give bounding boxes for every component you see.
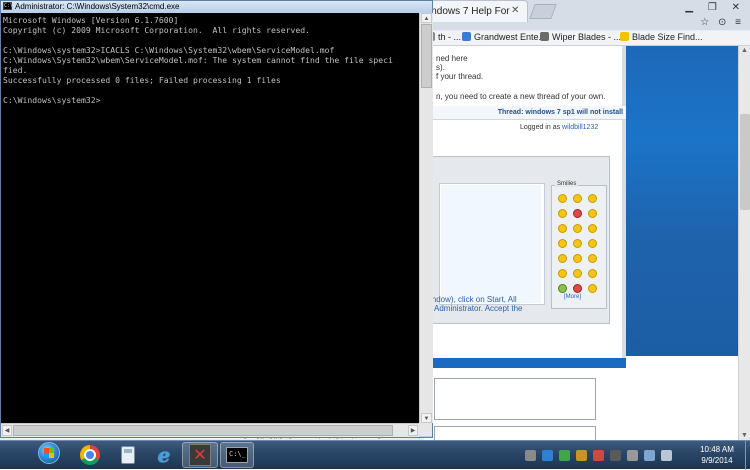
notice-line: s). bbox=[436, 63, 445, 72]
bookmarks-bar: th - ... Grandwest Ente... Wiper Blades … bbox=[424, 31, 750, 46]
xmind-icon: ✕ bbox=[189, 444, 211, 466]
smiley-icon[interactable] bbox=[588, 194, 597, 203]
smiley-icon[interactable] bbox=[573, 269, 582, 278]
smilies-label: Smilies bbox=[555, 181, 579, 187]
smiley-icon[interactable] bbox=[588, 254, 597, 263]
resize-grip[interactable] bbox=[419, 423, 432, 436]
bookmark-item[interactable]: Wiper Blades - ... bbox=[540, 32, 621, 42]
thread-title-bar: Thread: windows 7 sp1 will not install bbox=[424, 106, 626, 120]
smiley-icon[interactable] bbox=[588, 284, 597, 293]
more-smilies-link[interactable]: [More] bbox=[564, 294, 581, 300]
extension-icons[interactable]: ☆ ⊙ ≡ bbox=[700, 17, 744, 28]
smiley-icon[interactable] bbox=[573, 209, 582, 218]
thread-label: Thread: bbox=[497, 109, 524, 116]
smiley-icon[interactable] bbox=[558, 254, 567, 263]
smiley-icon[interactable] bbox=[558, 284, 567, 293]
smiley-icon[interactable] bbox=[588, 224, 597, 233]
instruction-line: indow), click on Start, All bbox=[430, 295, 517, 304]
clock-time: 10:48 AM bbox=[700, 445, 734, 454]
page-icon bbox=[462, 32, 471, 41]
console-output: Microsoft Windows [Version 6.1.7600] Cop… bbox=[3, 15, 393, 105]
internet-explorer-icon: e bbox=[157, 443, 171, 467]
user-link[interactable]: wildbill1232 bbox=[562, 124, 598, 131]
scrollbar-thumb[interactable] bbox=[13, 425, 393, 436]
cmd-window: C:\ Administrator: C:\Windows\System32\c… bbox=[0, 0, 433, 438]
tab-close-icon[interactable]: ✕ bbox=[511, 5, 519, 16]
clock-date: 9/9/2014 bbox=[701, 456, 733, 465]
notice-line: n, you need to create a new thread of yo… bbox=[436, 92, 606, 101]
clock[interactable]: 10:48 AM 9/9/2014 bbox=[692, 444, 742, 466]
bookmark-item[interactable]: Grandwest Ente... bbox=[462, 32, 546, 42]
taskbar-calculator[interactable] bbox=[110, 442, 146, 468]
scrollbar-thumb[interactable] bbox=[740, 114, 750, 210]
smilies-panel: Smilies [More] bbox=[551, 181, 607, 309]
taskbar-internet-explorer[interactable]: e bbox=[146, 442, 182, 468]
smiley-icon[interactable] bbox=[573, 254, 582, 263]
editor-content[interactable] bbox=[441, 185, 541, 303]
content-edge bbox=[622, 46, 626, 358]
smiley-icon[interactable] bbox=[558, 209, 567, 218]
scroll-up-icon[interactable]: ▲ bbox=[421, 13, 432, 23]
notice-line: ned here bbox=[436, 54, 468, 63]
tray-flag-icon[interactable] bbox=[525, 449, 536, 461]
taskbar-cmd[interactable]: C:\_ bbox=[220, 442, 254, 468]
chrome-icon bbox=[80, 445, 100, 465]
section-header-bar bbox=[424, 358, 626, 368]
browser-scrollbar[interactable]: ▲ ▼ bbox=[738, 46, 750, 440]
smiley-icon[interactable] bbox=[573, 194, 582, 203]
smiley-icon[interactable] bbox=[573, 284, 582, 293]
cmd-horizontal-scrollbar[interactable]: ◀ ▶ bbox=[1, 423, 419, 437]
show-desktop-button[interactable] bbox=[745, 441, 750, 470]
smiley-icon[interactable] bbox=[588, 269, 597, 278]
tray-app-icon[interactable] bbox=[593, 449, 604, 461]
smiley-icon[interactable] bbox=[588, 239, 597, 248]
notice-line: f your thread. bbox=[436, 72, 484, 81]
attachment-box[interactable] bbox=[434, 378, 596, 420]
scrollbar-thumb[interactable] bbox=[421, 24, 432, 88]
scroll-down-icon[interactable]: ▼ bbox=[421, 413, 432, 423]
smiley-icon[interactable] bbox=[558, 269, 567, 278]
page-background bbox=[626, 46, 740, 356]
smiley-icon[interactable] bbox=[588, 209, 597, 218]
logged-in-status: Logged in as wildbill1232 bbox=[520, 124, 599, 131]
cmd-icon: C:\ bbox=[3, 2, 14, 10]
bookmark-item[interactable]: Blade Size Find... bbox=[620, 32, 703, 42]
tray-battery-icon[interactable] bbox=[644, 449, 655, 461]
calculator-icon bbox=[121, 446, 135, 464]
cmd-titlebar[interactable]: C:\ Administrator: C:\Windows\System32\c… bbox=[1, 1, 432, 12]
taskbar-chrome[interactable] bbox=[72, 442, 108, 468]
windows-logo-icon bbox=[38, 442, 60, 464]
tray-security-icon[interactable] bbox=[559, 449, 570, 461]
system-tray bbox=[525, 447, 672, 463]
thread-title[interactable]: windows 7 sp1 will not install bbox=[525, 109, 623, 116]
cmd-title: Administrator: C:\Windows\System32\cmd.e… bbox=[15, 2, 180, 11]
forum-page: ned here s). f your thread. n, you need … bbox=[424, 46, 740, 440]
smiley-icon[interactable] bbox=[573, 239, 582, 248]
tray-app-icon[interactable] bbox=[610, 449, 621, 461]
scroll-up-icon[interactable]: ▲ bbox=[741, 47, 748, 54]
cmd-vertical-scrollbar[interactable]: ▲ ▼ bbox=[419, 13, 433, 423]
tray-network-icon[interactable] bbox=[542, 449, 553, 461]
attachment-box[interactable] bbox=[434, 426, 596, 440]
page-icon bbox=[620, 32, 629, 41]
instruction-line: Administrator. Accept the bbox=[434, 304, 523, 313]
smiley-icon[interactable] bbox=[558, 224, 567, 233]
scroll-right-icon[interactable]: ▶ bbox=[408, 425, 418, 436]
taskbar: e ✕ C:\_ 10:48 AM 9/9/2014 bbox=[0, 440, 750, 470]
taskbar-xmind[interactable]: ✕ bbox=[182, 442, 218, 468]
browser-window-controls[interactable]: ▁ ❐ ✕ bbox=[685, 2, 746, 13]
tray-app-icon[interactable] bbox=[576, 449, 587, 461]
start-button[interactable] bbox=[38, 442, 66, 469]
tray-volume-icon[interactable] bbox=[661, 449, 672, 461]
scroll-left-icon[interactable]: ◀ bbox=[2, 425, 12, 436]
page-icon bbox=[540, 32, 549, 41]
tray-flag-icon[interactable] bbox=[627, 449, 638, 461]
cmd-console[interactable]: Microsoft Windows [Version 6.1.7600] Cop… bbox=[1, 13, 419, 423]
smiley-icon[interactable] bbox=[573, 224, 582, 233]
tab-title: indows 7 Help For bbox=[429, 6, 510, 17]
smiley-icon[interactable] bbox=[558, 239, 567, 248]
smiley-icon[interactable] bbox=[558, 194, 567, 203]
scroll-down-icon[interactable]: ▼ bbox=[741, 432, 748, 439]
cmd-icon: C:\_ bbox=[226, 447, 248, 463]
